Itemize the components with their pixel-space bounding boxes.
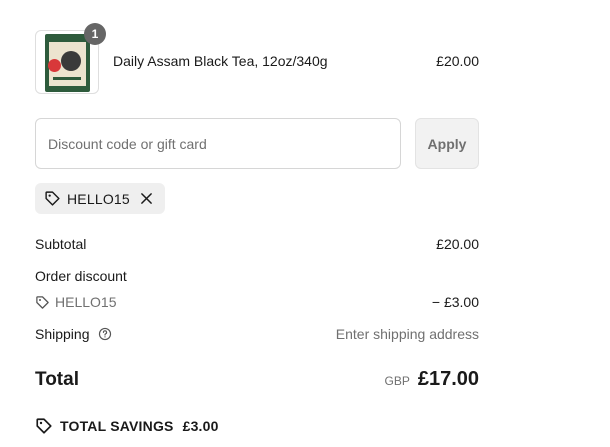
applied-code-label: HELLO15 [67,190,130,207]
line-item: 1 Daily Assam Black Tea, 12oz/340g £20.0… [35,23,479,94]
total-row: Total GBP £17.00 [35,368,479,391]
discount-code-label: HELLO15 [55,294,117,310]
discount-value: − £3.00 [431,294,479,310]
product-image [45,34,90,92]
total-amount-group: GBP £17.00 [384,368,479,391]
order-discount-label: Order discount [35,268,127,284]
currency-code: GBP [384,374,410,388]
product-name: Daily Assam Black Tea, 12oz/340g [113,53,328,69]
savings-tag-icon [35,417,53,435]
savings-value: £3.00 [182,418,219,434]
product-price: £20.00 [436,53,479,69]
shipping-label: Shipping [35,326,90,342]
discount-code-entry: HELLO15 [35,294,116,310]
shipping-value: Enter shipping address [335,326,479,342]
applied-discount-chip: HELLO15 [35,183,165,214]
close-icon[interactable] [138,190,156,208]
quantity-badge: 1 [84,23,106,45]
help-circle-icon[interactable] [98,327,112,341]
subtotal-value: £20.00 [436,236,479,252]
discount-code-row: HELLO15 − £3.00 [35,294,479,310]
apply-button[interactable]: Apply [415,118,479,169]
shipping-label-group: Shipping [35,326,112,342]
total-savings: TOTAL SAVINGS £3.00 [35,417,219,435]
subtotal-row: Subtotal £20.00 [35,236,479,252]
total-value: £17.00 [417,368,479,390]
tag-icon [35,295,50,310]
tag-icon [44,190,61,207]
discount-code-input[interactable] [35,118,401,169]
savings-label: TOTAL SAVINGS [60,418,174,434]
total-label: Total [35,368,79,390]
subtotal-label: Subtotal [35,236,87,252]
shipping-row: Shipping Enter shipping address [35,326,479,342]
order-discount-row: Order discount [35,268,479,284]
